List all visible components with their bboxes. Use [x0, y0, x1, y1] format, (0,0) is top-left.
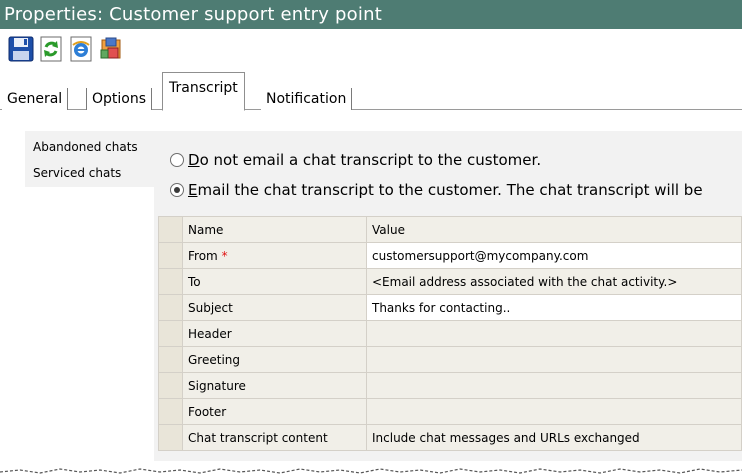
- table-row-signature[interactable]: Signature: [158, 372, 742, 399]
- option-no-email-accesskey: D: [188, 151, 200, 169]
- list-item-serviced-chats[interactable]: Serviced chats: [25, 160, 154, 186]
- property-value-footer[interactable]: [366, 398, 742, 425]
- table-row-subject[interactable]: Subject Thanks for contacting..: [158, 294, 742, 321]
- property-name: Header: [182, 320, 367, 347]
- radio-no-email[interactable]: [170, 153, 184, 167]
- property-value-signature[interactable]: [366, 372, 742, 399]
- property-value-to: <Email address associated with the chat …: [366, 268, 742, 295]
- window-title-bar: Properties: Customer support entry point: [0, 0, 742, 29]
- property-name-text: From: [188, 248, 218, 263]
- property-value-chat-transcript-content[interactable]: Include chat messages and URLs exchanged: [366, 424, 742, 451]
- row-gutter: [158, 294, 183, 321]
- column-header-name: Name: [182, 216, 367, 243]
- property-name: To: [182, 268, 367, 295]
- tab-general[interactable]: General: [2, 88, 69, 110]
- browser-button[interactable]: [68, 36, 94, 62]
- property-value-greeting[interactable]: [366, 346, 742, 373]
- table-row-greeting[interactable]: Greeting: [158, 346, 742, 373]
- row-gutter: [158, 216, 183, 243]
- save-button[interactable]: [8, 36, 34, 62]
- row-gutter: [158, 320, 183, 347]
- table-row-footer[interactable]: Footer: [158, 398, 742, 425]
- table-header-row: Name Value: [158, 216, 742, 243]
- option-no-email[interactable]: Do not email a chat transcript to the cu…: [170, 148, 541, 172]
- option-email-transcript[interactable]: Email the chat transcript to the custome…: [170, 178, 703, 202]
- tab-notification[interactable]: Notification: [261, 88, 353, 110]
- tools-icon: [100, 37, 121, 59]
- required-marker: *: [221, 248, 228, 263]
- save-icon: [8, 36, 34, 62]
- column-header-value: Value: [366, 216, 742, 243]
- tab-transcript[interactable]: Transcript: [162, 72, 245, 111]
- row-gutter: [158, 372, 183, 399]
- properties-table: Name Value From * customersupport@mycomp…: [158, 216, 742, 451]
- toolbar: [0, 29, 742, 67]
- browser-icon: [70, 36, 92, 62]
- tab-options[interactable]: Options: [86, 88, 153, 110]
- table-row-chat-transcript-content[interactable]: Chat transcript content Include chat mes…: [158, 424, 742, 451]
- radio-email-transcript[interactable]: [170, 183, 184, 197]
- option-email-label: mail the chat transcript to the customer…: [197, 181, 703, 199]
- torn-edge: [0, 468, 742, 474]
- list-item-abandoned-chats[interactable]: Abandoned chats: [25, 134, 154, 160]
- row-gutter: [158, 424, 183, 451]
- property-name: Footer: [182, 398, 367, 425]
- refresh-icon: [40, 36, 62, 62]
- row-gutter: [158, 346, 183, 373]
- property-name: Signature: [182, 372, 367, 399]
- table-row-header[interactable]: Header: [158, 320, 742, 347]
- property-value-from[interactable]: customersupport@mycompany.com: [366, 242, 742, 269]
- property-name: Greeting: [182, 346, 367, 373]
- tools-button[interactable]: [98, 36, 124, 62]
- email-properties-grid: Name Value From * customersupport@mycomp…: [158, 216, 742, 456]
- row-gutter: [158, 268, 183, 295]
- property-value-header[interactable]: [366, 320, 742, 347]
- property-name: Subject: [182, 294, 367, 321]
- window-title: Properties: Customer support entry point: [4, 4, 382, 25]
- table-row-to[interactable]: To <Email address associated with the ch…: [158, 268, 742, 295]
- refresh-button[interactable]: [38, 36, 64, 62]
- row-gutter: [158, 242, 183, 269]
- row-gutter: [158, 398, 183, 425]
- option-no-email-label: o not email a chat transcript to the cus…: [199, 151, 542, 169]
- property-name: From *: [182, 242, 367, 269]
- property-name: Chat transcript content: [182, 424, 367, 451]
- property-value-subject[interactable]: Thanks for contacting..: [366, 294, 742, 321]
- table-row-from[interactable]: From * customersupport@mycompany.com: [158, 242, 742, 269]
